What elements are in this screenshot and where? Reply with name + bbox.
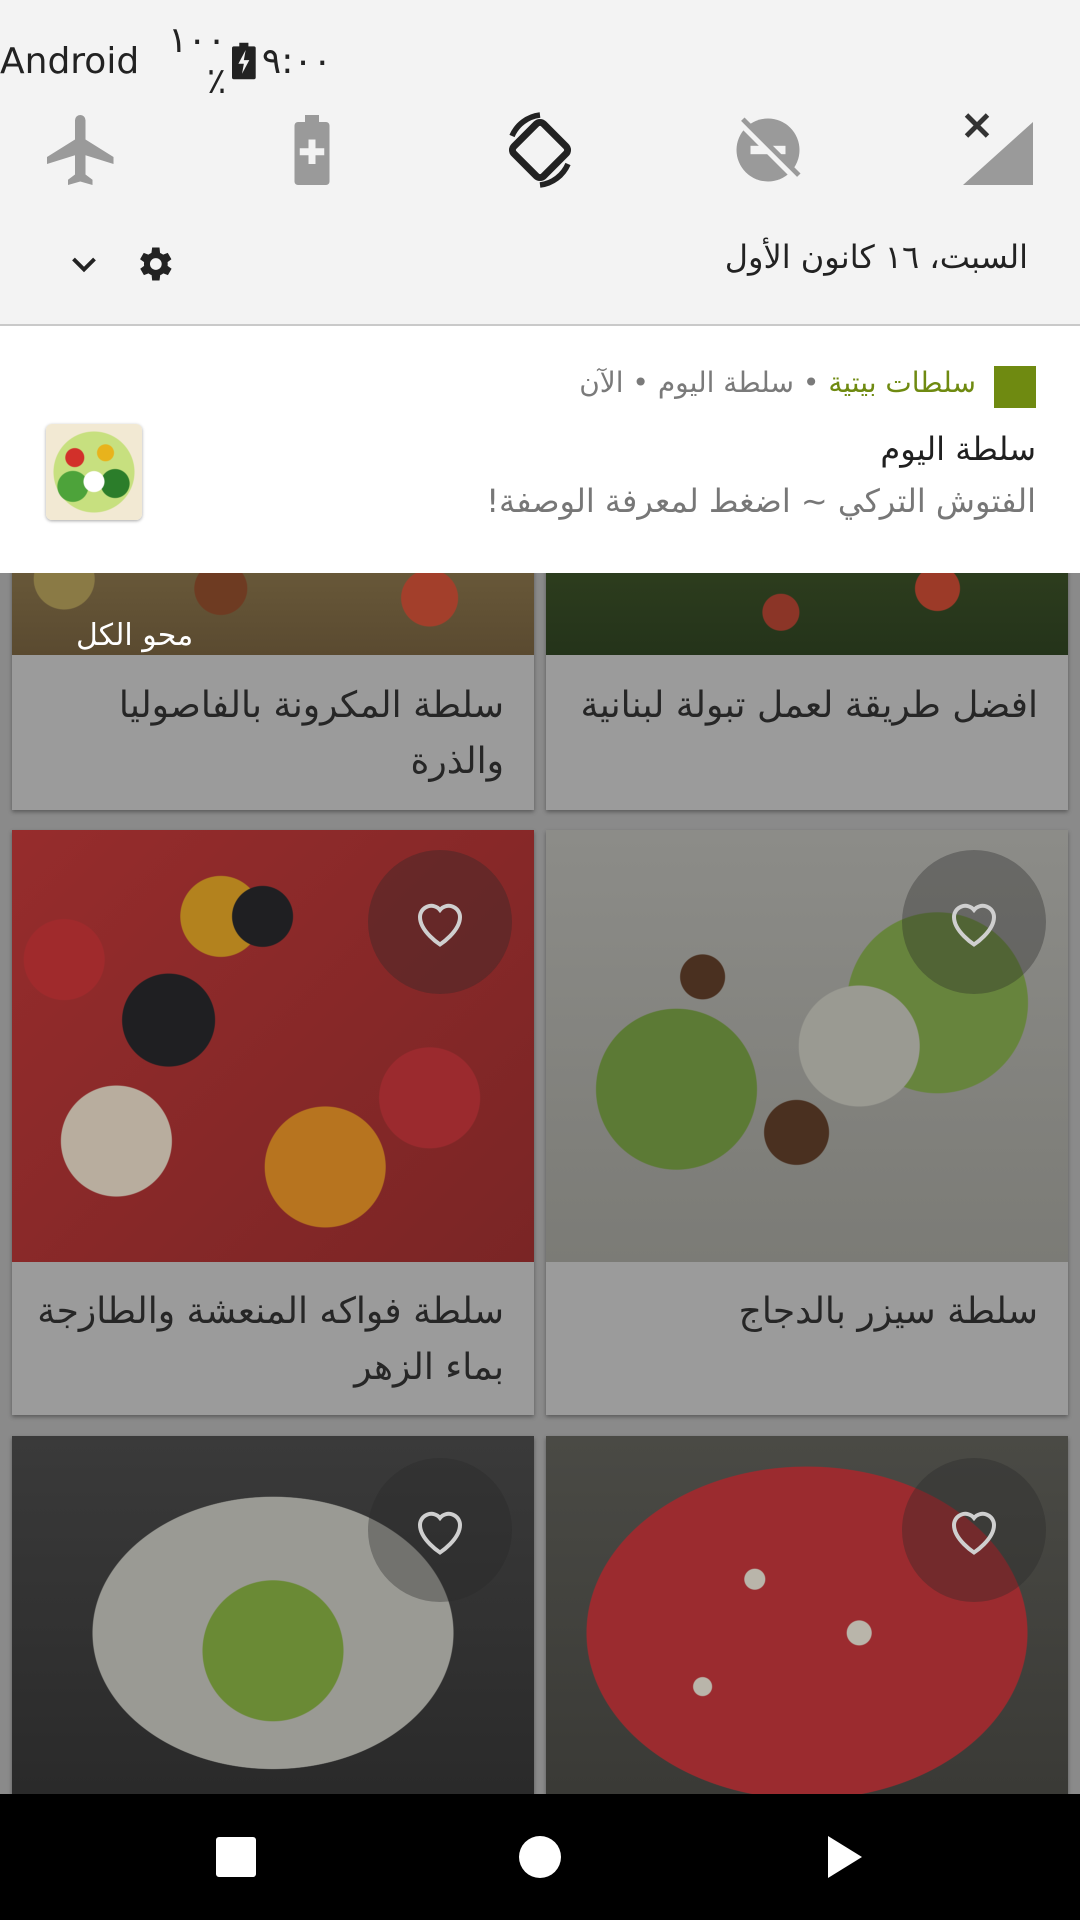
notification-meta: • سلطة اليوم • الآن [579, 366, 829, 399]
status-bar: ٩:٠٠ ١٠٠ ٪ Android [0, 0, 1080, 102]
home-button[interactable] [519, 1836, 561, 1878]
notification-card[interactable]: سلطات بيتية • سلطة اليوم • الآن سلطة الي… [0, 326, 1080, 573]
status-text: ٩:٠٠ ١٠٠ ٪ Android [0, 20, 332, 102]
carrier-name: Android [0, 40, 140, 82]
notification-header: سلطات بيتية • سلطة اليوم • الآن [579, 366, 976, 399]
recipe-card[interactable]: سلطة المكرونة بالفاصوليا والذرة [12, 560, 534, 810]
favorite-button[interactable] [902, 1458, 1046, 1602]
recents-button[interactable] [216, 1837, 256, 1877]
favorite-button[interactable] [368, 850, 512, 994]
salad-thumbnail [46, 424, 142, 520]
qs-tile-auto-rotate[interactable] [498, 108, 582, 192]
recipe-title: سلطة فواكه المنعشة والطازجة بماء الزهر [37, 1291, 504, 1388]
notification-title: سلطة اليوم [880, 430, 1036, 468]
qs-tile-battery-saver[interactable] [270, 108, 354, 192]
recipe-title: سلطة سيزر بالدجاج [738, 1291, 1038, 1332]
recipe-card[interactable]: افضل طريقة لعمل تبولة لبنانية [546, 560, 1068, 810]
notification-app-name: سلطات بيتية [828, 366, 976, 399]
quick-settings-panel: ٩:٠٠ ١٠٠ ٪ Android السبت، ١٦ كانون الأول [0, 0, 1080, 326]
recipe-card[interactable] [546, 1436, 1068, 1794]
heart-icon [417, 903, 463, 947]
do-not-disturb-icon [736, 117, 801, 182]
chevron-down-icon[interactable] [66, 250, 102, 280]
clock: ٩:٠٠ [261, 40, 332, 82]
recipe-title: سلطة المكرونة بالفاصوليا والذرة [118, 685, 504, 782]
app-icon [994, 366, 1036, 408]
heart-icon [417, 1511, 463, 1555]
recipe-image [546, 560, 1068, 655]
signal-off-icon [963, 113, 1033, 185]
favorite-button[interactable] [902, 850, 1046, 994]
battery-plus-icon [294, 115, 330, 185]
favorite-button[interactable] [368, 1458, 512, 1602]
screen-rotation-icon [508, 112, 572, 188]
heart-icon [951, 1511, 997, 1555]
battery-percent: ١٠٠ ٪ [168, 20, 227, 102]
battery-charging-icon [232, 42, 256, 80]
navigation-bar [0, 1794, 1080, 1920]
recipe-card[interactable]: سلطة فواكه المنعشة والطازجة بماء الزهر [12, 830, 534, 1415]
recipe-card[interactable] [12, 1436, 534, 1794]
qs-tile-airplane[interactable] [40, 108, 124, 192]
recipe-card[interactable]: سلطة سيزر بالدجاج [546, 830, 1068, 1415]
gear-icon[interactable] [132, 242, 176, 286]
airplane-icon [47, 115, 114, 185]
qs-tile-mobile-data[interactable] [956, 108, 1040, 192]
date-label: السبت، ١٦ كانون الأول [724, 238, 1028, 276]
back-button[interactable] [824, 1834, 864, 1880]
heart-icon [951, 903, 997, 947]
notification-body: الفتوش التركي ~ اضغط لمعرفة الوصفة! [486, 482, 1036, 520]
clear-all-button[interactable]: محو الكل [76, 618, 193, 653]
recipe-title: افضل طريقة لعمل تبولة لبنانية [580, 685, 1038, 726]
qs-tile-do-not-disturb[interactable] [726, 108, 810, 192]
